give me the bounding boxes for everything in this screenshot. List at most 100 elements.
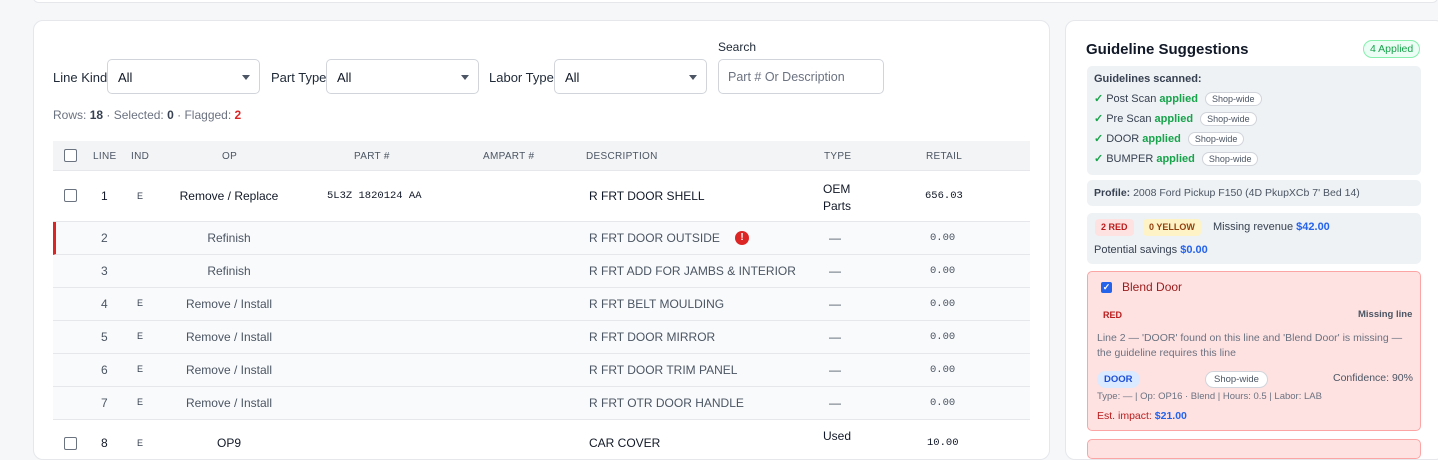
line-kind-select[interactable]: All — [107, 59, 260, 94]
scan-status: applied — [1156, 153, 1195, 165]
profile-label: Profile: — [1094, 187, 1131, 199]
scope-tag: Shop-wide — [1200, 112, 1257, 126]
retail-price: 0.00 — [930, 331, 956, 343]
operation: Remove / Install — [185, 330, 273, 344]
indicator: E — [137, 331, 144, 341]
part-type: — — [829, 297, 841, 311]
suggestion-title: Blend Door — [1122, 280, 1183, 294]
retail-price: 10.00 — [927, 437, 959, 449]
check-icon: ✓ — [1094, 93, 1104, 105]
missing-revenue-label: Missing revenue — [1213, 221, 1294, 233]
table-row[interactable]: 3 Refinish R FRT ADD FOR JAMBS & INTERIO… — [53, 255, 1030, 288]
estimated-impact: Est. impact: $21.00 — [1097, 410, 1187, 422]
table-header: LINE IND OP PART # AMPART # DESCRIPTION … — [53, 141, 1030, 171]
scope-tag: Shop-wide — [1205, 371, 1268, 388]
check-icon: ✓ — [1094, 153, 1104, 165]
confidence: Confidence: 90% — [1333, 372, 1413, 384]
impact-label: Est. impact: — [1097, 410, 1152, 422]
rows-count: 18 — [89, 108, 104, 122]
impact-value: $21.00 — [1154, 410, 1187, 422]
red-count-badge: 2 RED — [1095, 219, 1134, 236]
line-number: 4 — [101, 297, 108, 311]
col-description[interactable]: DESCRIPTION — [586, 151, 658, 162]
col-ind[interactable]: IND — [131, 151, 149, 162]
scanned-title: Guidelines scanned: — [1094, 73, 1202, 85]
line-number: 5 — [101, 330, 108, 344]
operation: Remove / Replace — [179, 189, 279, 203]
flagged-count: 2 — [234, 108, 242, 122]
suggestion-meta: Type: — | Op: OP16 · Blend | Hours: 0.5 … — [1097, 391, 1322, 402]
table-row[interactable]: 7 E Remove / Install R FRT OTR DOOR HAND… — [53, 387, 1030, 420]
part-type: Used — [823, 429, 852, 443]
table-row[interactable]: 6 E Remove / Install R FRT DOOR TRIM PAN… — [53, 354, 1030, 387]
suggestion-body: Line 2 — 'DOOR' found on this line and '… — [1097, 332, 1403, 359]
table-row[interactable]: 1 E Remove / Replace 5L3Z 1820124 AA R F… — [53, 171, 1030, 222]
retail-price: 0.00 — [930, 298, 956, 310]
scan-name: Pre Scan — [1106, 113, 1152, 125]
part-type: — — [829, 363, 841, 377]
scan-item: ✓ DOOR applied Shop-wide — [1094, 132, 1245, 146]
operation: Remove / Install — [185, 363, 273, 377]
table-row[interactable]: 2 Refinish R FRT DOOR OUTSIDE ! — 0.00 — [53, 222, 1030, 255]
retail-price: 0.00 — [930, 364, 956, 376]
description: R FRT DOOR MIRROR — [589, 330, 716, 344]
indicator: E — [137, 438, 144, 448]
severity-label: RED — [1103, 310, 1123, 320]
scan-item: ✓ Pre Scan applied Shop-wide — [1094, 112, 1257, 126]
profile-value: 2008 Ford Pickup F150 (4D PkupXCb 7' Bed… — [1133, 187, 1360, 199]
suggestion-checkbox[interactable]: ✓ — [1101, 282, 1112, 293]
scope-tag: Shop-wide — [1187, 132, 1245, 146]
col-op[interactable]: OP — [222, 151, 237, 162]
missing-revenue: Missing revenue $42.00 — [1213, 221, 1330, 233]
labor-type-select[interactable]: All — [554, 59, 707, 94]
vehicle-profile: Profile: 2008 Ford Pickup F150 (4D PkupX… — [1094, 187, 1360, 199]
indicator: E — [137, 364, 144, 374]
part-number: 5L3Z 1820124 AA — [327, 190, 422, 202]
part-type-value: All — [337, 70, 352, 85]
col-part[interactable]: PART # — [354, 151, 390, 162]
flagged-label: · Flagged: — [177, 108, 232, 122]
part-type: — — [829, 330, 841, 344]
row-checkbox[interactable] — [64, 189, 77, 202]
error-icon[interactable]: ! — [735, 231, 749, 245]
line-number: 7 — [101, 396, 108, 410]
indicator: E — [137, 191, 144, 201]
description: R FRT OTR DOOR HANDLE — [589, 396, 744, 410]
scan-status: applied — [1154, 113, 1194, 125]
table-row[interactable]: 4 E Remove / Install R FRT BELT MOULDING… — [53, 288, 1030, 321]
row-stats: Rows: 18 · Selected: 0 · Flagged: 2 — [53, 108, 241, 122]
description: R FRT DOOR TRIM PANEL — [589, 363, 738, 377]
table-row[interactable]: 5 E Remove / Install R FRT DOOR MIRROR —… — [53, 321, 1030, 354]
search-label: Search — [718, 40, 757, 54]
col-ampart[interactable]: AMPART # — [483, 151, 534, 162]
scan-status: applied — [1159, 93, 1198, 105]
labor-type-label: Labor Type — [489, 70, 554, 85]
part-type: — — [829, 396, 841, 410]
col-type[interactable]: TYPE — [824, 151, 851, 162]
labor-type-value: All — [565, 70, 580, 85]
applied-badge: 4 Applied — [1363, 40, 1421, 58]
retail-price: 0.00 — [930, 232, 956, 244]
row-checkbox[interactable] — [64, 437, 77, 450]
scope-tag: Shop-wide — [1201, 152, 1259, 166]
selected-count: 0 — [167, 108, 174, 122]
scan-item: ✓ BUMPER applied Shop-wide — [1094, 152, 1259, 166]
indicator: E — [137, 397, 144, 407]
selected-label: · Selected: — [106, 108, 164, 122]
col-retail[interactable]: RETAIL — [926, 151, 962, 162]
description: R FRT DOOR SHELL — [589, 189, 705, 203]
description: R FRT DOOR OUTSIDE — [589, 231, 720, 245]
col-line[interactable]: LINE — [93, 151, 116, 162]
operation: Refinish — [207, 231, 251, 245]
select-all-checkbox[interactable] — [64, 149, 77, 162]
retail-price: 0.00 — [930, 397, 956, 409]
savings-label: Potential savings — [1094, 244, 1178, 256]
check-icon: ✓ — [1094, 133, 1104, 145]
description: R FRT ADD FOR JAMBS & INTERIOR — [589, 264, 796, 278]
table-row[interactable]: 8 E OP9 CAR COVER Used 10.00 — [53, 420, 1030, 460]
part-type-select[interactable]: All — [326, 59, 479, 94]
line-number: 1 — [101, 189, 108, 203]
search-input[interactable] — [718, 59, 884, 94]
missing-revenue-value: $42.00 — [1296, 221, 1330, 233]
scan-name: DOOR — [1106, 133, 1140, 145]
